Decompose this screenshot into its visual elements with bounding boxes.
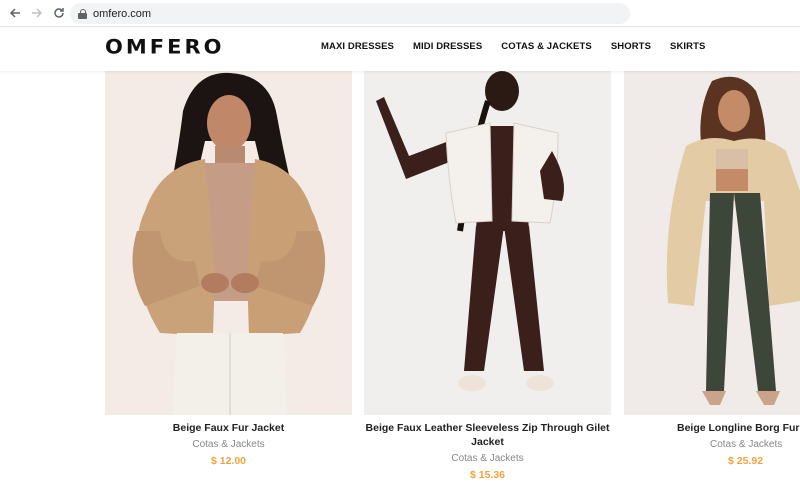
product-info: Beige Longline Borg Fur C Cotas & Jacket… (624, 421, 800, 467)
product-name[interactable]: Beige Longline Borg Fur C (624, 421, 800, 435)
product-category[interactable]: Cotas & Jackets (105, 439, 352, 450)
site-header: OMFERO MAXI DRESSES MIDI DRESSES COTAS &… (0, 27, 800, 71)
product-price: $ 25.92 (728, 455, 764, 467)
menu-item-midi-dresses[interactable]: MIDI DRESSES (413, 41, 482, 52)
browser-toolbar: omfero.com (0, 0, 800, 27)
main-menu: MAXI DRESSES MIDI DRESSES COTAS & JACKET… (321, 41, 724, 52)
menu-item-skirts[interactable]: SKIRTS (670, 41, 705, 52)
menu-item-cotas-jackets[interactable]: COTAS & JACKETS (501, 41, 592, 52)
product-image[interactable] (624, 71, 800, 415)
product-name[interactable]: Beige Faux Leather Sleeveless Zip Throug… (364, 421, 611, 449)
menu-item-maxi-dresses[interactable]: MAXI DRESSES (321, 41, 394, 52)
product-category[interactable]: Cotas & Jackets (364, 453, 611, 464)
forward-arrow-icon[interactable] (26, 2, 48, 24)
back-arrow-icon[interactable] (4, 2, 26, 24)
product-info: Beige Faux Fur Jacket Cotas & Jackets $ … (105, 421, 352, 467)
site-logo[interactable]: OMFERO (105, 36, 224, 58)
address-bar[interactable]: omfero.com (70, 3, 630, 24)
lock-icon (78, 8, 87, 19)
product-price: $ 15.36 (469, 469, 506, 481)
product-image[interactable] (105, 71, 352, 415)
reload-icon[interactable] (48, 2, 70, 24)
product-image[interactable] (364, 71, 611, 415)
product-name[interactable]: Beige Faux Fur Jacket (105, 421, 352, 435)
url-text: omfero.com (93, 7, 152, 20)
menu-item-shorts[interactable]: SHORTS (611, 41, 651, 52)
product-category[interactable]: Cotas & Jackets (624, 439, 800, 450)
product-info: Beige Faux Leather Sleeveless Zip Throug… (364, 421, 611, 481)
product-price: $ 12.00 (210, 455, 247, 467)
